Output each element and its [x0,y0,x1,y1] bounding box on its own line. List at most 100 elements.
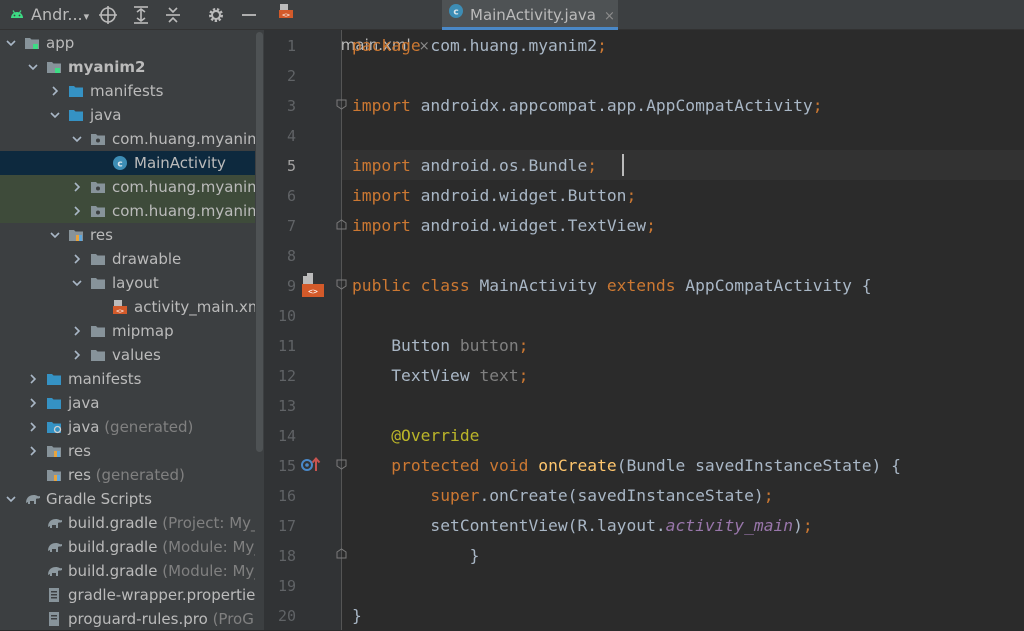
code-token: ; [626,186,637,205]
tree-item-extra: (Module: My_A [157,538,264,556]
fold-marker-icon[interactable] [336,279,347,290]
folder-blue-icon [46,371,62,387]
tree-item[interactable]: proguard-rules.pro (ProGu [0,607,264,630]
tree-item[interactable]: com.huang.myanim2 [0,199,264,223]
line-number: 15 [277,457,296,475]
chevron-right-icon[interactable] [70,199,84,223]
code-token: android.os.Bundle [420,156,588,175]
tree-item[interactable]: java [0,103,264,127]
close-icon[interactable]: × [604,9,615,24]
chevron-down-icon[interactable] [26,55,40,79]
code-line[interactable]: @Override [352,421,479,451]
code-token: } [352,546,480,565]
chevron-down-icon[interactable] [48,223,62,247]
tree-item[interactable]: c MainActivity [0,151,264,175]
fold-marker-icon[interactable] [336,99,347,110]
editor-tab[interactable]: c MainActivity.java × [442,0,618,30]
tree-item[interactable]: manifests [0,367,264,391]
folder-gray-icon [90,323,106,339]
tree-item[interactable]: layout [0,271,264,295]
code-token: } [352,606,362,625]
chevron-down-icon[interactable] [4,487,18,511]
code-token: MainActivity [479,276,607,295]
xml-layout-marker-icon[interactable]: <> [301,272,327,298]
tree-item[interactable]: drawable [0,247,264,271]
tree-item[interactable]: build.gradle (Module: My_A [0,559,264,583]
tree-item[interactable]: myanim2 [0,55,264,79]
fold-marker-icon[interactable] [336,219,347,230]
tree-item[interactable]: java (generated) [0,415,264,439]
line-number: 20 [277,607,296,625]
gear-icon[interactable] [207,0,225,30]
code-line[interactable]: TextView text; [352,361,528,391]
chevron-down-icon[interactable] [70,127,84,151]
tree-item[interactable]: java [0,391,264,415]
fold-marker-icon[interactable] [336,459,347,470]
code-token: .onCreate(savedInstanceState) [479,486,764,505]
code-line[interactable]: protected void onCreate(Bundle savedInst… [352,451,901,481]
tree-item-name: com.huang.myanim2 [112,202,264,220]
tree-item[interactable]: manifests [0,79,264,103]
line-number: 2 [286,67,296,85]
tree-item-label: values [112,343,161,367]
tree-item[interactable]: app [0,31,264,55]
chevron-right-icon[interactable] [70,319,84,343]
code-line[interactable]: import android.os.Bundle; [352,151,597,181]
tree-item[interactable]: com.huang.myanim2 [0,127,264,151]
scrollbar-thumb[interactable] [256,32,263,452]
res-folder-icon [46,443,62,459]
tree-item-name: proguard-rules.pro [68,610,208,628]
tree-item[interactable]: res [0,439,264,463]
code-line[interactable]: } [352,541,480,571]
tree-item-name: java [90,106,122,124]
minimize-icon[interactable] [242,0,256,30]
code-line[interactable]: public class MainActivity extends AppCom… [352,271,872,301]
tree-item-label: manifests [68,367,142,391]
code-line[interactable]: import android.widget.TextView; [352,211,656,241]
tree-item[interactable]: mipmap [0,319,264,343]
text-caret [622,154,624,176]
project-scrollbar[interactable] [255,30,264,630]
code-token: AppCompatActivity { [685,276,872,295]
code-line[interactable]: } [352,601,362,631]
tree-item[interactable]: values [0,343,264,367]
override-method-icon[interactable] [300,455,322,475]
tree-item[interactable]: res (generated) [0,463,264,487]
android-icon [8,0,26,30]
chevron-right-icon[interactable] [26,367,40,391]
expand-all-icon[interactable] [133,0,149,30]
tree-item[interactable]: build.gradle (Project: My_A [0,511,264,535]
tree-item[interactable]: build.gradle (Module: My_A [0,535,264,559]
tree-item[interactable]: res [0,223,264,247]
chevron-right-icon[interactable] [48,79,62,103]
chevron-down-icon[interactable] [70,271,84,295]
line-number: 9 [286,277,296,295]
chevron-right-icon[interactable] [26,391,40,415]
chevron-down-icon[interactable] [4,31,18,55]
line-number: 13 [277,397,296,415]
code-line[interactable]: setContentView(R.layout.activity_main); [352,511,812,541]
crosshair-locate-icon[interactable] [98,0,118,30]
editor-tab[interactable]: <> activity_main.xml × [272,0,442,54]
chevron-right-icon[interactable] [70,343,84,367]
code-line[interactable]: super.onCreate(savedInstanceState); [352,481,773,511]
chevron-right-icon[interactable] [26,415,40,439]
chevron-down-icon[interactable] [48,103,62,127]
chevron-right-icon[interactable] [70,247,84,271]
tree-item[interactable]: gradle-wrapper.properties [0,583,264,607]
chevron-right-icon[interactable] [26,439,40,463]
project-view-dropdown[interactable]: Andr...▾ [31,0,89,30]
fold-marker-icon[interactable] [336,548,347,559]
collapse-all-icon[interactable] [165,0,181,30]
tree-item[interactable]: com.huang.myanim2 [0,175,264,199]
code-line[interactable]: import androidx.appcompat.app.AppCompatA… [352,91,823,121]
chevron-right-icon[interactable] [70,175,84,199]
gradle-icon [46,515,62,531]
tree-item[interactable]: Gradle Scripts [0,487,264,511]
code-line[interactable]: package com.huang.myanim2; [352,31,607,61]
code-line[interactable]: Button button; [352,331,528,361]
code-line[interactable]: import android.widget.Button; [352,181,636,211]
tree-item[interactable]: <> activity_main.xml [0,295,264,319]
tree-item-name: Gradle Scripts [46,490,152,508]
